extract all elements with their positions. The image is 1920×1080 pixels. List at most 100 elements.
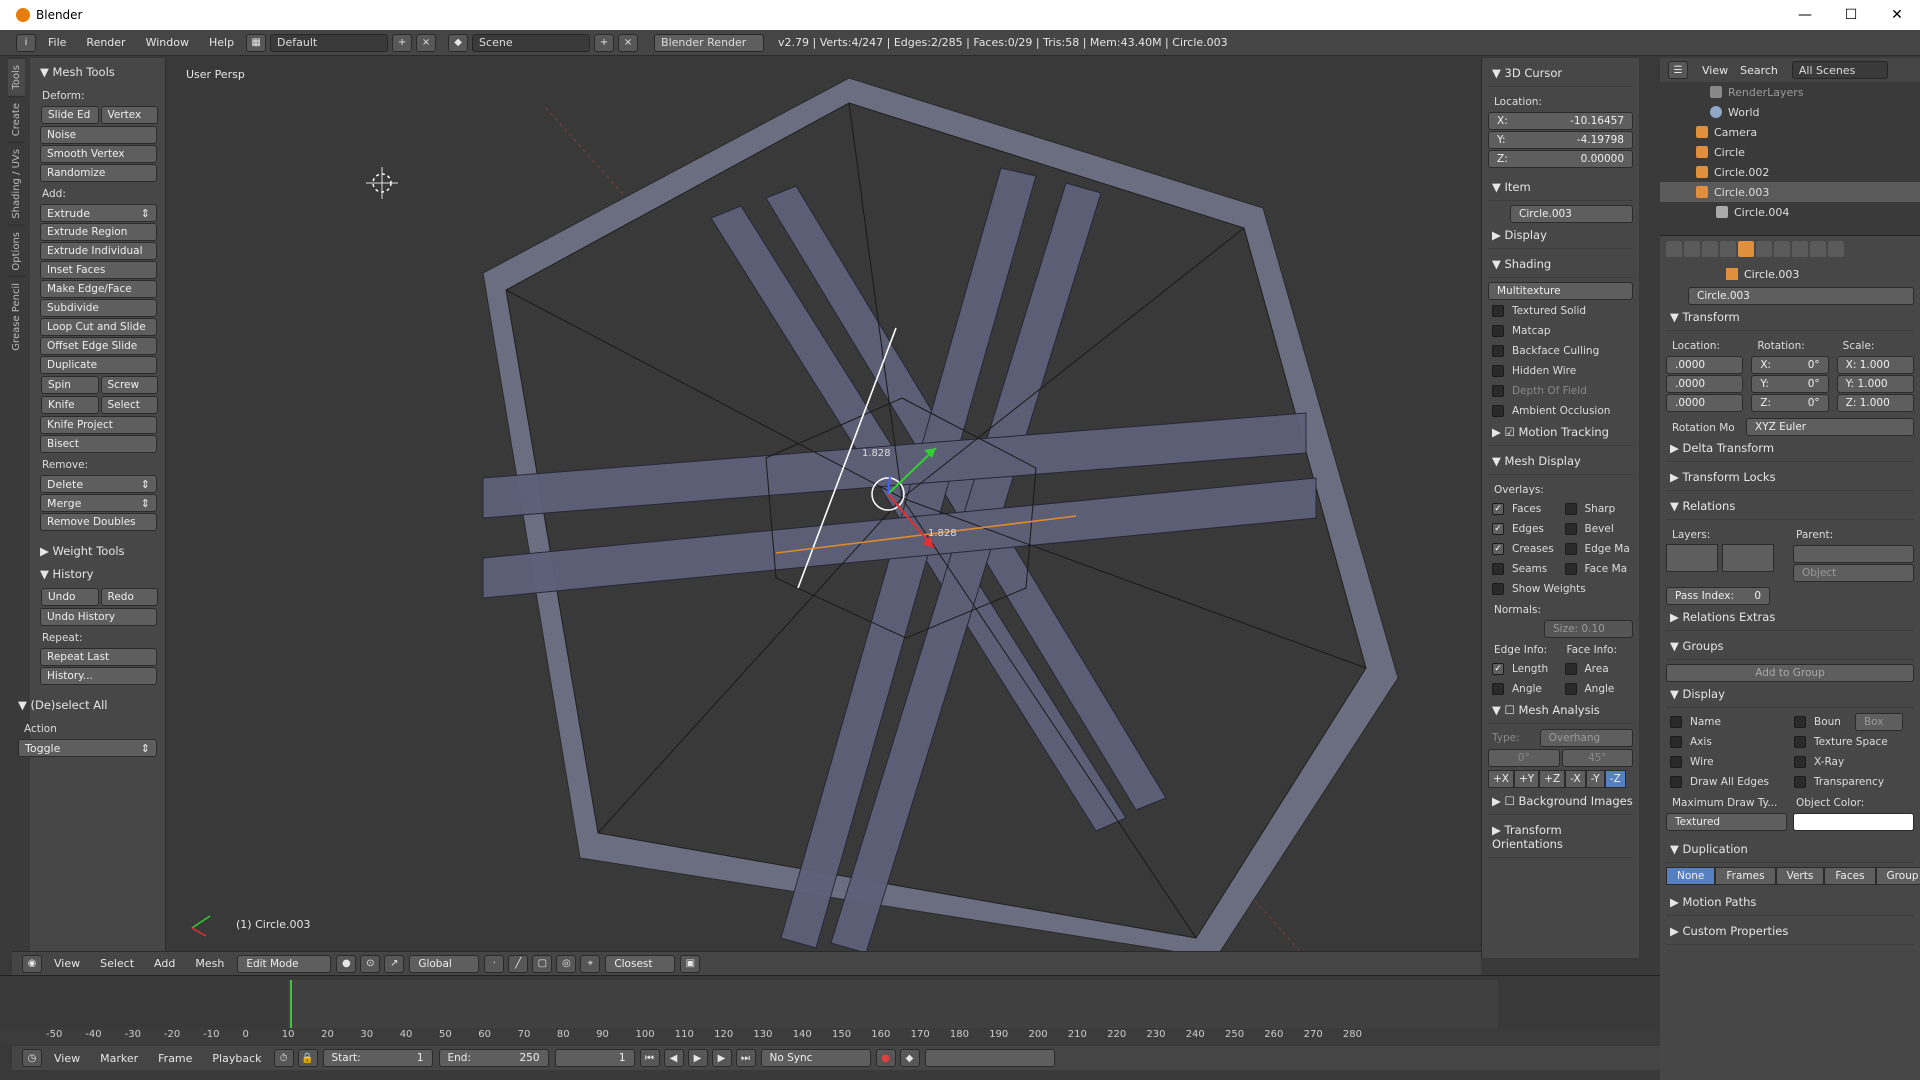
rotation-mode-select[interactable]: XYZ Euler xyxy=(1746,418,1914,436)
history-menu-button[interactable]: History... xyxy=(40,667,157,685)
constraints-tab-icon[interactable] xyxy=(1756,241,1772,257)
loop-cut-button[interactable]: Loop Cut and Slide xyxy=(40,318,157,336)
remove-layout-icon[interactable]: × xyxy=(416,33,437,52)
operator-header[interactable]: ▼ (De)select All xyxy=(14,695,159,718)
menu-window[interactable]: Window xyxy=(136,36,199,49)
undo-button[interactable]: Undo xyxy=(41,588,99,606)
mesh-display-header[interactable]: ▼ Mesh Display xyxy=(1488,450,1633,475)
dup-faces-button[interactable]: Faces xyxy=(1824,867,1876,885)
creases-checkbox[interactable]: ✓ Creases xyxy=(1488,539,1561,559)
scale-x-field[interactable]: X: 1.000 xyxy=(1836,356,1914,374)
face-select-icon[interactable]: ▢ xyxy=(532,954,553,973)
3d-viewport[interactable]: 1.828 1.828 User Persp (1) Circle.003 xyxy=(166,58,1481,951)
outliner-view-menu[interactable]: View xyxy=(1702,64,1728,77)
hidden-wire-checkbox[interactable]: Hidden Wire xyxy=(1488,361,1633,381)
dup-verts-button[interactable]: Verts xyxy=(1775,867,1825,885)
action-dropdown[interactable]: Toggle ⇕ xyxy=(18,739,157,757)
mesh-analysis-header[interactable]: ▼ ☐ Mesh Analysis xyxy=(1488,699,1633,724)
pass-index-field[interactable]: Pass Index: 0 xyxy=(1666,587,1770,605)
delta-transform-header[interactable]: ▶ Delta Transform xyxy=(1666,437,1914,462)
name-checkbox[interactable]: Name xyxy=(1666,712,1790,732)
layer-block-b[interactable] xyxy=(1722,544,1774,572)
shading-header[interactable]: ▼ Shading xyxy=(1488,253,1633,278)
object-tab-icon[interactable] xyxy=(1738,241,1754,257)
rot-y-field[interactable]: Y: 0° xyxy=(1751,375,1829,393)
render-engine-select[interactable]: Blender Render xyxy=(654,33,765,52)
mesh-canvas[interactable]: 1.828 1.828 xyxy=(166,58,1481,951)
remove-scene-icon[interactable]: × xyxy=(618,33,639,52)
close-button[interactable]: ✕ xyxy=(1874,0,1920,30)
render-tab-icon[interactable] xyxy=(1666,241,1682,257)
outliner-row[interactable]: Circle.002 xyxy=(1660,162,1920,182)
vertex-select-icon[interactable]: · xyxy=(484,954,505,973)
textured-solid-checkbox[interactable]: Textured Solid xyxy=(1488,301,1633,321)
rot-x-field[interactable]: X: 0° xyxy=(1751,356,1829,374)
scene-field[interactable]: Scene xyxy=(472,33,591,52)
knife-button[interactable]: Knife xyxy=(41,396,99,414)
dof-checkbox[interactable]: Depth Of Field xyxy=(1488,381,1633,401)
current-frame-field[interactable]: 1 xyxy=(554,1049,635,1067)
show-weights-checkbox[interactable]: Show Weights xyxy=(1488,579,1633,599)
extrude-dropdown[interactable]: Extrude ⇕ xyxy=(40,204,157,222)
loc-x-field[interactable]: .0000 xyxy=(1666,356,1744,374)
extrude-region-button[interactable]: Extrude Region xyxy=(40,223,157,241)
axis-nz-button[interactable]: -Z xyxy=(1604,770,1626,788)
tab-grease-pencil[interactable]: Grease Pencil xyxy=(8,276,25,357)
duplication-header[interactable]: ▼ Duplication xyxy=(1666,838,1914,863)
xray-checkbox[interactable]: X-Ray xyxy=(1790,752,1914,772)
menu-help[interactable]: Help xyxy=(199,36,244,49)
outliner-row[interactable]: RenderLayers xyxy=(1660,82,1920,102)
max-draw-select[interactable]: Textured xyxy=(1666,813,1787,831)
backface-culling-checkbox[interactable]: Backface Culling xyxy=(1488,341,1633,361)
motion-paths-header[interactable]: ▶ Motion Paths xyxy=(1666,891,1914,916)
manipulator-icon[interactable]: ↗ xyxy=(384,954,405,973)
menu-file[interactable]: File xyxy=(38,36,76,49)
remove-doubles-button[interactable]: Remove Doubles xyxy=(40,513,157,531)
proportional-icon[interactable]: ◎ xyxy=(556,954,577,973)
faces-checkbox[interactable]: ✓ Faces xyxy=(1488,499,1561,519)
knife-project-button[interactable]: Knife Project xyxy=(40,416,157,434)
redo-button[interactable]: Redo xyxy=(100,588,158,606)
lock-icon[interactable]: 🔒 xyxy=(297,1049,318,1067)
parent-field[interactable] xyxy=(1793,545,1914,563)
menu-select[interactable]: Select xyxy=(90,957,144,970)
menu-mesh[interactable]: Mesh xyxy=(185,957,234,970)
minimize-button[interactable]: — xyxy=(1782,0,1828,30)
object-color-swatch[interactable] xyxy=(1793,813,1914,831)
timeline[interactable]: -50 -40 -30 -20 -10 0 10 20 30 40 50 60 70 80 90 100 110… xyxy=(0,975,1660,1055)
render-icon[interactable]: ▣ xyxy=(680,954,701,973)
cursor-x-field[interactable]: X: -10.16457 xyxy=(1488,112,1633,130)
scene-tab-icon[interactable] xyxy=(1702,241,1718,257)
edge-select-icon[interactable]: ╱ xyxy=(508,954,529,973)
bisect-button[interactable]: Bisect xyxy=(40,435,157,453)
mesh-tools-header[interactable]: ▼ Mesh Tools xyxy=(36,62,159,85)
menu-render[interactable]: Render xyxy=(76,36,135,49)
sharp-checkbox[interactable]: Sharp xyxy=(1561,499,1634,519)
tab-create[interactable]: Create xyxy=(8,95,25,142)
frame-ruler[interactable]: -50 -40 -30 -20 -10 0 10 20 30 40 50 60 70 80 90 100 110… xyxy=(0,1028,1660,1044)
motion-tracking-header[interactable]: ▶ ☑ Motion Tracking xyxy=(1488,421,1633,446)
ao-checkbox[interactable]: Ambient Occlusion xyxy=(1488,401,1633,421)
inset-faces-button[interactable]: Inset Faces xyxy=(40,261,157,279)
edge-marks-checkbox[interactable]: Edge Ma xyxy=(1561,539,1634,559)
axis-py-button[interactable]: +Y xyxy=(1514,770,1540,788)
shading-mode-select[interactable]: Multitexture xyxy=(1488,282,1633,300)
axis-pz-button[interactable]: +Z xyxy=(1539,770,1566,788)
screw-button[interactable]: Screw xyxy=(100,376,158,394)
display-header[interactable]: ▶ Display xyxy=(1488,224,1633,249)
outliner-row[interactable]: Camera xyxy=(1660,122,1920,142)
axis-px-button[interactable]: +X xyxy=(1488,770,1514,788)
editor-type-icon[interactable]: i xyxy=(16,33,36,52)
viewport-shading-icon[interactable]: ● xyxy=(336,954,357,973)
editor-type-icon[interactable]: ◉ xyxy=(22,954,42,973)
transparency-checkbox[interactable]: Transparency xyxy=(1790,772,1914,792)
record-icon[interactable]: ● xyxy=(875,1049,896,1067)
end-frame-field[interactable]: End: 250 xyxy=(438,1049,549,1067)
normal-size-field[interactable]: Size: 0.10 xyxy=(1544,620,1633,638)
spin-button[interactable]: Spin xyxy=(41,376,99,394)
menu-view[interactable]: View xyxy=(44,1052,90,1065)
layer-block-a[interactable] xyxy=(1666,544,1718,572)
menu-marker[interactable]: Marker xyxy=(90,1052,148,1065)
loc-z-field[interactable]: .0000 xyxy=(1666,394,1744,412)
history-header[interactable]: ▼ History xyxy=(36,564,159,587)
